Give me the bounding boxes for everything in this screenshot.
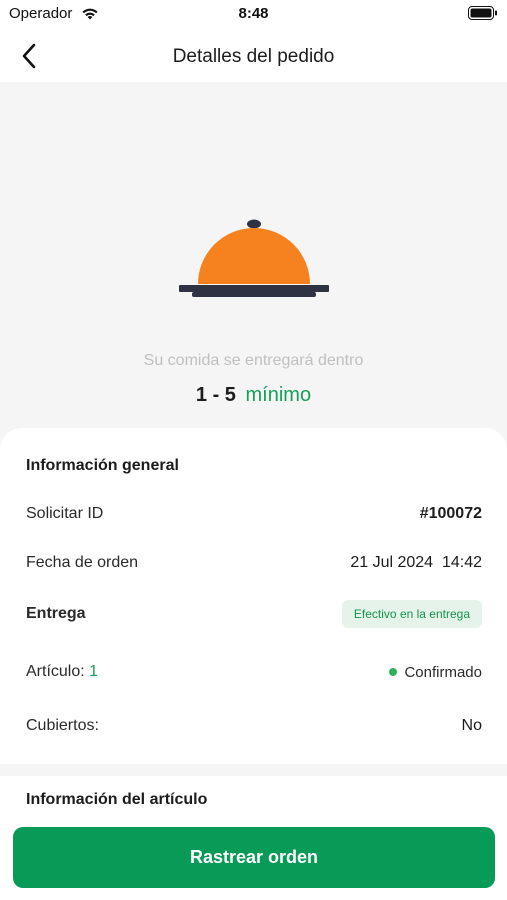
item-info-title: Información del artículo: [26, 791, 208, 808]
general-info-title: Información general: [26, 457, 179, 474]
order-date-row: Fecha de orden 21 Jul 2024 14:42: [26, 551, 482, 575]
track-order-button[interactable]: Rastrear orden: [13, 827, 495, 888]
items-label-group: Artículo: 1: [26, 663, 98, 681]
items-count: 1: [89, 663, 99, 680]
cutlery-value: No: [461, 717, 482, 734]
food-cloche-icon: [179, 219, 329, 297]
eta-caption: Su comida se entregará dentro: [143, 352, 364, 369]
delivery-row: Entrega Efectivo en la entrega: [26, 600, 482, 628]
order-id-row: Solicitar ID #100072: [26, 502, 482, 526]
general-info-card: Información general Solicitar ID #100072…: [0, 428, 507, 764]
nav-bar: Detalles del pedido: [0, 30, 507, 82]
cutlery-label: Cubiertos:: [26, 717, 99, 734]
delivery-estimate-section: Su comida se entregará dentro 1 - 5 míni…: [0, 82, 507, 442]
order-date-value: 21 Jul 2024 14:42: [350, 554, 482, 571]
items-row: Artículo: 1 Confirmado: [26, 660, 482, 684]
payment-method-badge: Efectivo en la entrega: [341, 600, 482, 628]
order-id-value: #100072: [419, 505, 482, 522]
items-label: Artículo:: [26, 663, 85, 680]
eta-range: 1 - 5: [195, 384, 236, 406]
battery-icon: [468, 6, 497, 20]
cutlery-row: Cubiertos: No: [26, 714, 482, 738]
status-dot-icon: [389, 668, 398, 676]
delivery-label: Entrega: [26, 605, 86, 622]
order-status-text: Confirmado: [404, 663, 482, 681]
eta-value: 1 - 5 mínimo: [0, 384, 507, 407]
status-bar: Operador 8:48: [0, 0, 507, 30]
order-id-label: Solicitar ID: [26, 505, 104, 522]
order-status: Confirmado: [389, 664, 482, 681]
status-clock: 8:48: [238, 5, 269, 22]
order-date-label: Fecha de orden: [26, 554, 139, 571]
page-title: Detalles del pedido: [172, 46, 335, 67]
eta-unit: mínimo: [245, 384, 312, 406]
